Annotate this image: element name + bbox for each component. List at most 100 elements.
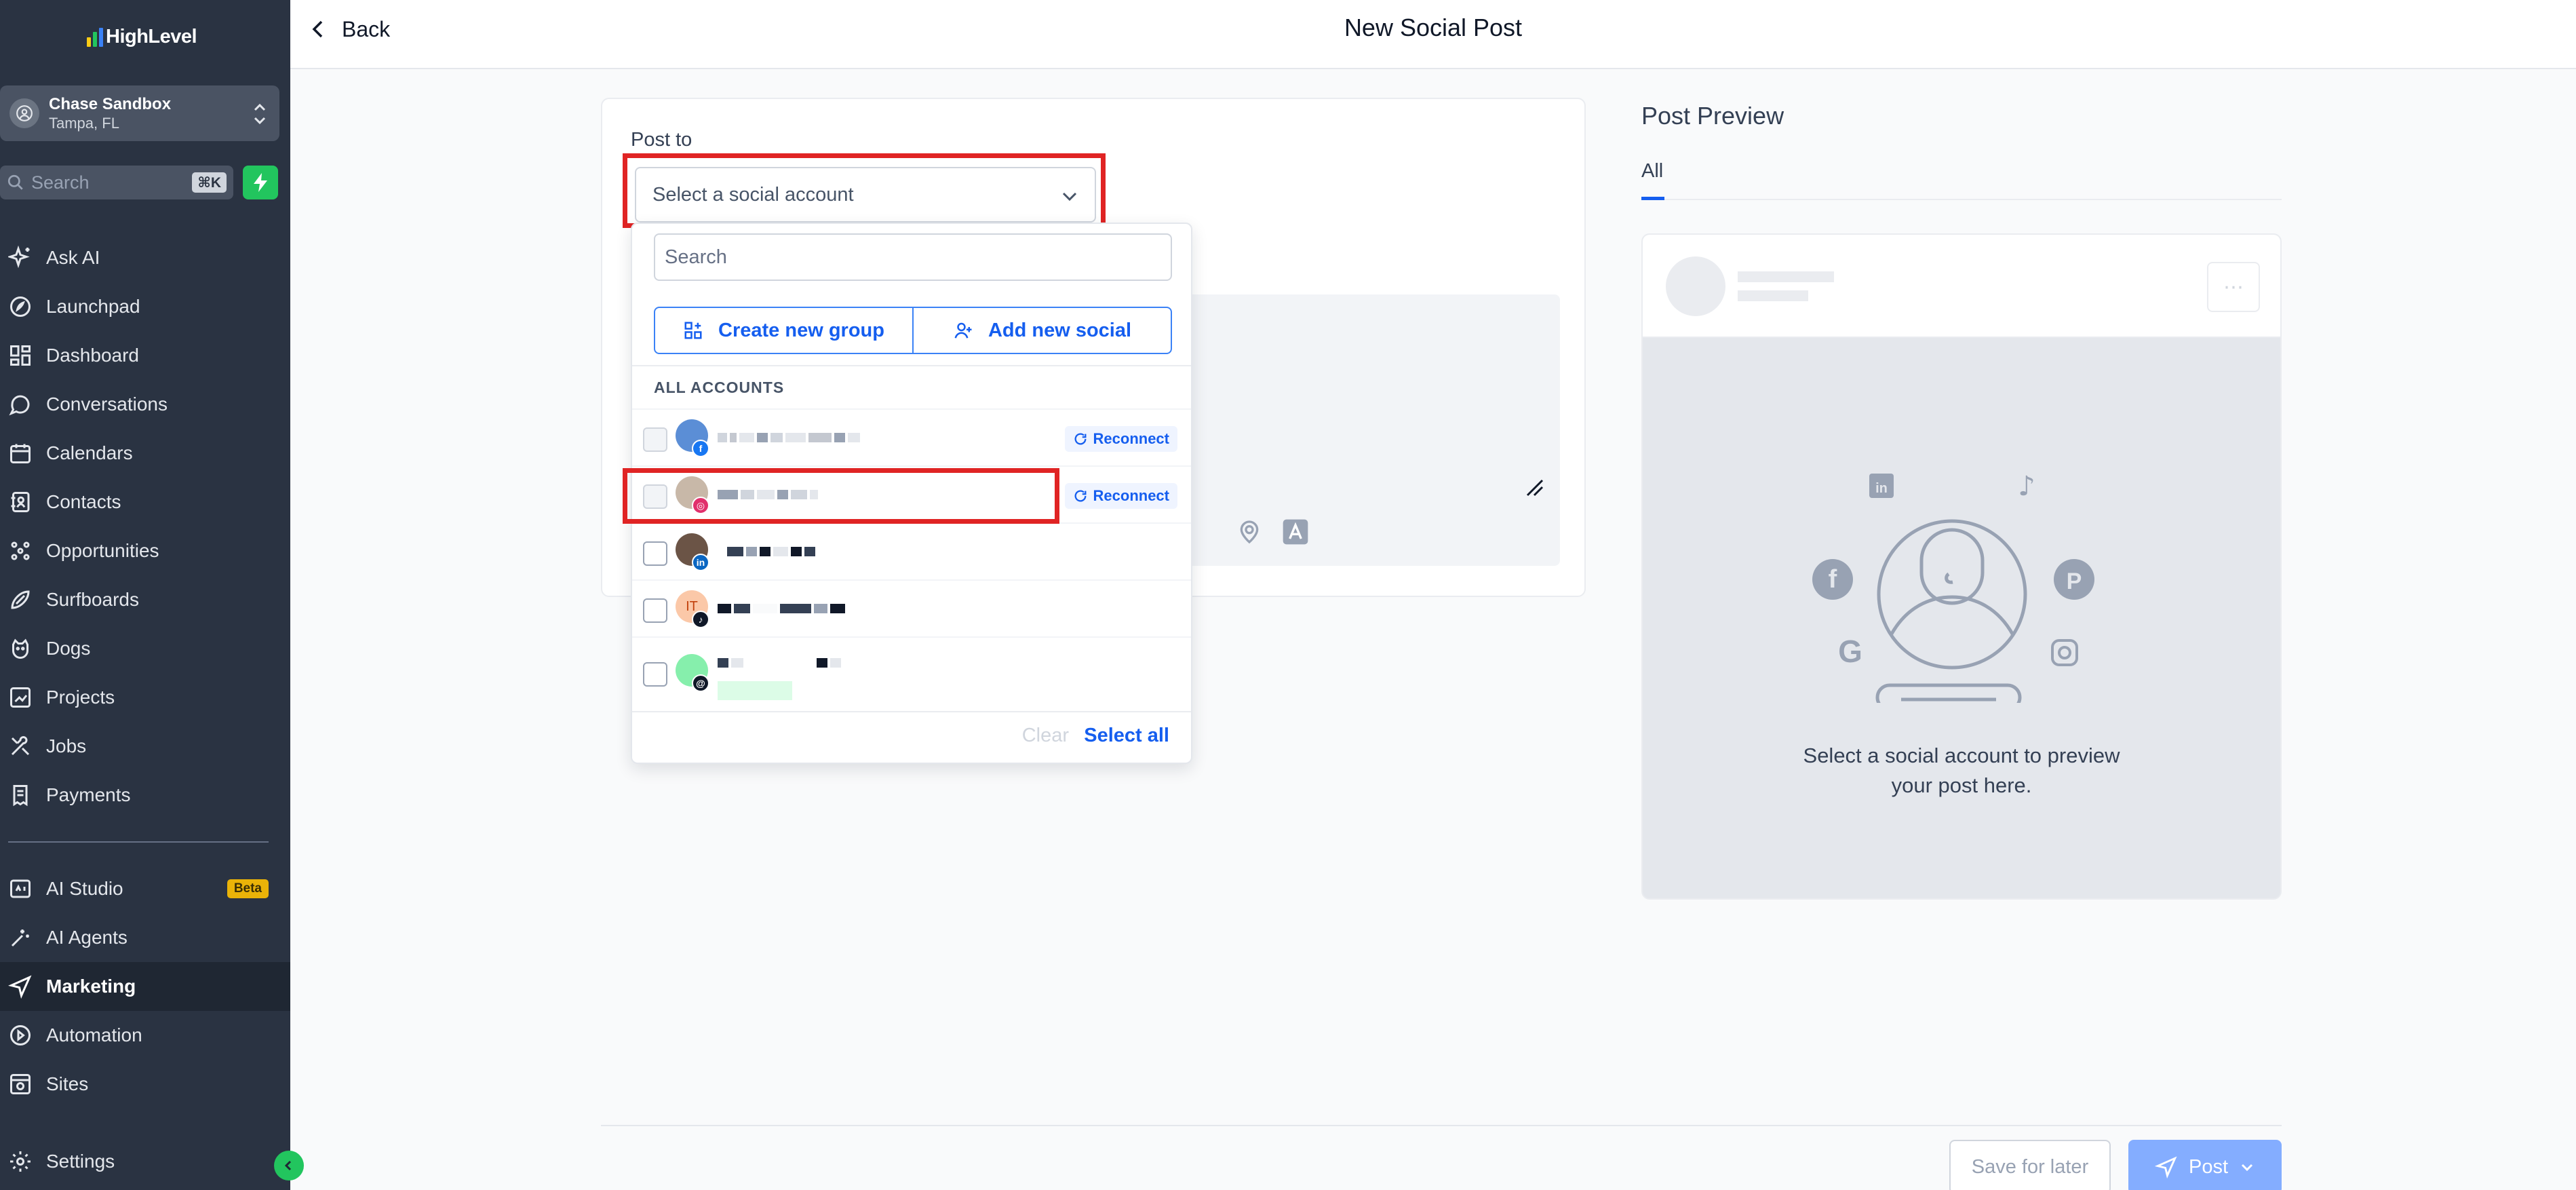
sidebar-item-settings[interactable]: Settings <box>0 1137 290 1186</box>
chevron-left-icon <box>284 1160 292 1171</box>
sidebar-item-automation[interactable]: Automation <box>0 1011 290 1060</box>
search-shortcut-badge: ⌘K <box>192 172 227 193</box>
sidebar-item-label: Dashboard <box>46 345 139 366</box>
dashboard-icon <box>10 345 31 366</box>
quick-actions-button[interactable] <box>243 166 278 199</box>
sidebar-search[interactable]: Search ⌘K <box>0 166 233 199</box>
text-format-icon[interactable] <box>1282 518 1309 545</box>
tab-all[interactable]: All <box>1641 160 1663 183</box>
sidebar-item-label: Automation <box>46 1024 142 1045</box>
lightning-icon <box>254 173 267 192</box>
preview-post-header: ⋯ <box>1643 235 2280 338</box>
svg-text:in: in <box>1875 481 1888 496</box>
dropdown-search-input[interactable]: Search <box>654 233 1172 281</box>
account-name-redacted <box>718 658 841 668</box>
sidebar-item-launchpad[interactable]: Launchpad <box>0 282 290 331</box>
preview-meta-placeholder <box>1738 290 1808 301</box>
instagram-icon: ◎ <box>692 497 709 514</box>
resize-handle-icon[interactable] <box>1525 478 1545 498</box>
add-social-button[interactable]: Add new social <box>912 308 1171 353</box>
preview-name-placeholder <box>1738 271 1834 282</box>
sidebar-item-surfboards[interactable]: Surfboards <box>0 575 290 624</box>
post-button[interactable]: Post <box>2128 1140 2282 1190</box>
sidebar-item-dogs[interactable]: Dogs <box>0 624 290 673</box>
sidebar-item-dashboard[interactable]: Dashboard <box>0 331 290 380</box>
sidebar-item-ai-agents[interactable]: AI Agents <box>0 913 290 962</box>
projects-icon <box>10 687 31 708</box>
sidebar-item-payments[interactable]: Payments <box>0 771 290 820</box>
logo-text: HighLevel <box>106 25 197 47</box>
create-group-button[interactable]: Create new group <box>655 308 912 353</box>
sidebar-item-opportunities[interactable]: Opportunities <box>0 526 290 575</box>
sidebar-item-label: Conversations <box>46 394 168 415</box>
more-options-icon: ⋯ <box>2207 262 2260 312</box>
sites-icon <box>10 1074 31 1094</box>
sidebar-item-ask-ai[interactable]: Ask AI <box>0 233 290 282</box>
social-account-dropdown: Search Create new group Add new social A… <box>631 223 1192 764</box>
account-name-redacted <box>727 547 815 556</box>
sidebar-item-ai-studio[interactable]: AI Studio Beta <box>0 864 290 913</box>
location-icon[interactable] <box>1236 518 1263 545</box>
gear-icon <box>10 1151 31 1172</box>
chevron-left-icon <box>312 20 323 38</box>
calendar-icon <box>10 444 31 463</box>
social-account-select[interactable]: Select a social account <box>635 167 1096 223</box>
ai-studio-icon <box>10 879 31 898</box>
account-name-redacted <box>718 433 860 442</box>
account-switcher[interactable]: Chase Sandbox Tampa, FL <box>0 85 279 141</box>
preview-message-line1: Select a social account to preview <box>1803 744 2120 767</box>
highlevel-logo[interactable]: HighLevel <box>87 23 197 50</box>
clear-button[interactable]: Clear <box>1022 725 1069 747</box>
sidebar-collapse-button[interactable] <box>274 1151 304 1181</box>
account-checkbox[interactable] <box>643 427 667 452</box>
chevron-down-icon[interactable] <box>2239 1159 2255 1175</box>
sidebar-item-label: Settings <box>46 1151 115 1172</box>
account-checkbox[interactable] <box>643 598 667 623</box>
sidebar-item-contacts[interactable]: Contacts <box>0 478 290 526</box>
account-checkbox[interactable] <box>643 662 667 687</box>
account-row-threads[interactable]: @ <box>632 636 1191 710</box>
save-for-later-button[interactable]: Save for later <box>1949 1140 2111 1190</box>
chevron-down-icon <box>1062 192 1077 201</box>
account-row-facebook[interactable]: f Reconnect <box>632 408 1191 465</box>
reconnect-button[interactable]: Reconnect <box>1064 483 1177 509</box>
sidebar-item-projects[interactable]: Projects <box>0 673 290 722</box>
sidebar-item-marketing[interactable]: Marketing <box>0 962 290 1011</box>
dropdown-search-placeholder: Search <box>665 246 727 268</box>
sidebar-item-calendars[interactable]: Calendars <box>0 429 290 478</box>
reconnect-button[interactable]: Reconnect <box>1064 426 1177 452</box>
dropdown-footer: Clear Select all <box>632 711 1191 763</box>
account-row-instagram[interactable]: ◎ Reconnect <box>632 465 1191 522</box>
automation-icon <box>10 1025 31 1045</box>
preview-title: Post Preview <box>1641 102 1784 130</box>
account-checkbox[interactable] <box>643 541 667 566</box>
sidebar-divider <box>8 841 269 843</box>
account-name: Chase Sandbox <box>49 95 172 113</box>
facebook-icon: f <box>692 440 709 457</box>
user-add-icon <box>954 322 972 339</box>
sidebar-search-placeholder: Search <box>31 172 90 193</box>
sidebar-item-jobs[interactable]: Jobs <box>0 722 290 771</box>
sidebar-item-label: AI Agents <box>46 927 128 948</box>
sidebar-item-label: Ask AI <box>46 247 100 268</box>
sidebar-item-conversations[interactable]: Conversations <box>0 380 290 429</box>
sidebar-item-label: Surfboards <box>46 589 139 610</box>
post-to-label: Post to <box>631 129 692 151</box>
chevron-up-down-icon <box>254 103 266 125</box>
account-location: Tampa, FL <box>49 115 119 132</box>
account-row-linkedin[interactable]: in <box>632 522 1191 579</box>
sidebar-item-label: Opportunities <box>46 540 159 561</box>
send-icon <box>2154 1156 2177 1178</box>
back-button[interactable]: Back <box>311 14 390 45</box>
dog-icon <box>12 638 28 659</box>
dropdown-actions: Create new group Add new social <box>654 307 1172 354</box>
refresh-icon <box>1074 433 1086 445</box>
logo-bars-icon <box>87 26 103 47</box>
sidebar-item-sites[interactable]: Sites <box>0 1060 290 1109</box>
threads-icon: @ <box>692 674 709 692</box>
account-row-tiktok[interactable]: IT ♪ <box>632 579 1191 636</box>
rocket-icon <box>10 296 31 317</box>
dropdown-separator <box>632 365 1191 366</box>
account-checkbox[interactable] <box>643 484 667 509</box>
select-all-button[interactable]: Select all <box>1084 725 1169 747</box>
